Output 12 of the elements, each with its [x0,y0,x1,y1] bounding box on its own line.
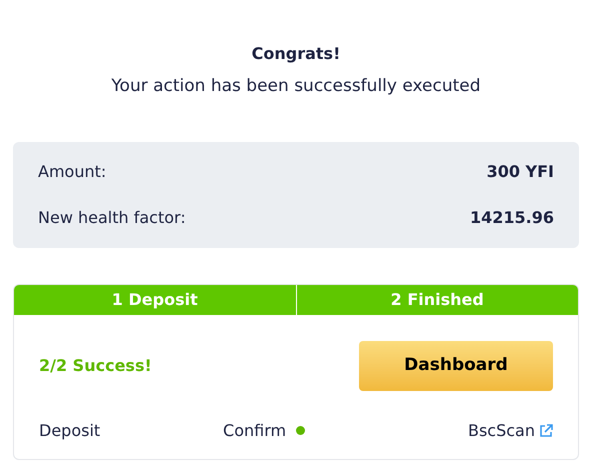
explorer-link[interactable]: BscScan [468,418,553,442]
title: Congrats! [252,43,340,65]
external-link-icon [539,424,553,438]
detail-label: Amount: [38,160,106,182]
success-message: 2/2 Success! [39,354,152,376]
step-name: Deposit [39,420,100,442]
detail-label: New health factor: [38,206,186,228]
subtitle: Your action has been successfully executed [111,75,481,98]
detail-value: 300 YFI [486,160,554,182]
detail-value: 14215.96 [470,206,554,228]
status-text: Confirm [223,420,286,442]
dashboard-button[interactable]: Dashboard [359,340,553,390]
